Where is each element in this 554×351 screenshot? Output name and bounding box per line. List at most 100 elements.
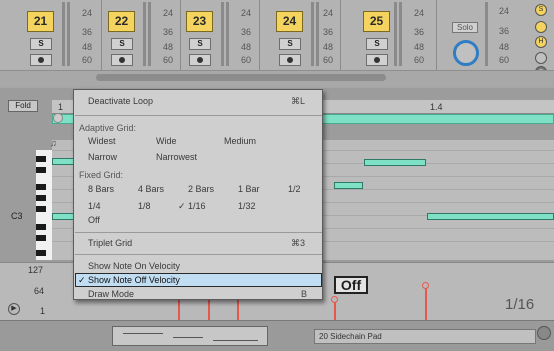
device-name-field[interactable]: 20 Sidechain Pad bbox=[314, 329, 536, 344]
headphones-icon[interactable]: ♫ bbox=[50, 138, 62, 148]
solo-button[interactable]: S bbox=[189, 38, 211, 50]
overview-line bbox=[123, 333, 163, 334]
menu-separator bbox=[75, 115, 322, 116]
midi-note[interactable] bbox=[52, 158, 74, 165]
master-meter bbox=[485, 2, 488, 66]
velocity-marker[interactable] bbox=[237, 300, 239, 320]
db-label: 60 bbox=[322, 55, 333, 65]
db-label: 48 bbox=[81, 42, 92, 52]
menu-item-8-bars[interactable]: 8 Bars bbox=[88, 184, 114, 194]
s-toggle-button[interactable]: S bbox=[535, 4, 547, 16]
velocity-marker[interactable] bbox=[334, 300, 336, 320]
velocity-marker-head[interactable] bbox=[422, 282, 429, 289]
velocity-marker[interactable] bbox=[425, 286, 427, 320]
status-icon[interactable] bbox=[537, 326, 551, 340]
menu-item-1-32[interactable]: 1/32 bbox=[238, 201, 256, 211]
menu-item-show-note-on-velocity[interactable]: Show Note On Velocity bbox=[88, 261, 180, 271]
black-key[interactable] bbox=[36, 156, 46, 162]
arm-button[interactable] bbox=[30, 54, 52, 66]
menu-item-triplet-grid[interactable]: Triplet Grid bbox=[88, 238, 132, 248]
db-label: 24 bbox=[413, 8, 424, 18]
cue-volume-knob[interactable] bbox=[453, 40, 479, 66]
shortcut-label: ⌘L bbox=[291, 96, 306, 106]
arm-button[interactable] bbox=[111, 54, 133, 66]
record-dot-icon bbox=[287, 57, 293, 63]
track-number-button[interactable]: 22 bbox=[108, 11, 135, 32]
midi-note[interactable] bbox=[427, 213, 554, 220]
black-key[interactable] bbox=[36, 195, 46, 201]
menu-separator bbox=[75, 232, 322, 233]
midi-note[interactable] bbox=[52, 213, 74, 220]
track-number-button[interactable]: 25 bbox=[363, 11, 390, 32]
record-dot-icon bbox=[197, 57, 203, 63]
level-meter bbox=[221, 2, 224, 66]
menu-item-widest[interactable]: Widest bbox=[88, 136, 116, 146]
solo-button[interactable]: S bbox=[111, 38, 133, 50]
strip-divider bbox=[101, 0, 102, 70]
menu-item-wide[interactable]: Wide bbox=[156, 136, 177, 146]
velocity-marker[interactable] bbox=[178, 300, 180, 320]
io-toggle-button[interactable] bbox=[535, 52, 547, 64]
db-label: 60 bbox=[162, 55, 173, 65]
arm-button[interactable] bbox=[189, 54, 211, 66]
note-off-velocity-readout: Off bbox=[334, 276, 368, 294]
record-toggle-button[interactable] bbox=[535, 21, 547, 33]
black-key[interactable] bbox=[36, 206, 46, 212]
menu-item-deactivate-loop[interactable]: Deactivate Loop bbox=[88, 96, 153, 106]
menu-separator bbox=[75, 254, 322, 255]
strip-divider bbox=[436, 0, 437, 70]
db-label: 60 bbox=[81, 55, 92, 65]
velocity-marker-head[interactable] bbox=[331, 296, 338, 303]
strip-divider bbox=[259, 0, 260, 70]
solo-button[interactable]: S bbox=[366, 38, 388, 50]
ruler-label-start: 1 bbox=[58, 102, 64, 112]
track-number-button[interactable]: 24 bbox=[276, 11, 303, 32]
arm-button[interactable] bbox=[366, 54, 388, 66]
menu-item-2-bars[interactable]: 2 Bars bbox=[188, 184, 214, 194]
solo-button[interactable]: S bbox=[279, 38, 301, 50]
black-key[interactable] bbox=[36, 235, 46, 241]
menu-item-draw-mode[interactable]: Draw Mode bbox=[88, 289, 134, 299]
track-number-button[interactable]: 21 bbox=[27, 11, 54, 32]
track-number-button[interactable]: 23 bbox=[186, 11, 213, 32]
track-strip-21: 21 S 24 36 48 60 bbox=[22, 0, 100, 70]
db-label: 48 bbox=[162, 42, 173, 52]
play-icon[interactable]: ▶ bbox=[8, 303, 20, 315]
menu-item-4-bars[interactable]: 4 Bars bbox=[138, 184, 164, 194]
menu-item-medium[interactable]: Medium bbox=[224, 136, 256, 146]
black-key[interactable] bbox=[36, 167, 46, 173]
level-meter bbox=[226, 2, 229, 66]
menu-item-1-2[interactable]: 1/2 bbox=[288, 184, 301, 194]
arm-button[interactable] bbox=[279, 54, 301, 66]
scrollbar-thumb[interactable] bbox=[96, 74, 386, 81]
track-strip-24: 24 S 24 36 48 60 bbox=[271, 0, 349, 70]
midi-note[interactable] bbox=[364, 159, 426, 166]
menu-item-1-4[interactable]: 1/4 bbox=[88, 201, 101, 211]
solo-button[interactable]: S bbox=[30, 38, 52, 50]
db-label: 36 bbox=[240, 27, 251, 37]
master-solo-button[interactable]: Solo bbox=[452, 22, 478, 33]
db-label: 60 bbox=[413, 55, 424, 65]
menu-item-show-note-off-velocity[interactable]: ✓ Show Note Off Velocity bbox=[78, 275, 180, 286]
clip-overview[interactable] bbox=[112, 326, 268, 346]
midi-note[interactable] bbox=[334, 182, 363, 189]
fold-button[interactable]: Fold bbox=[8, 100, 38, 112]
velocity-scale-min: 1 bbox=[40, 306, 46, 316]
menu-item-grid-off[interactable]: Off bbox=[88, 215, 100, 225]
piano-keyboard[interactable] bbox=[36, 150, 52, 260]
menu-item-1-bar[interactable]: 1 Bar bbox=[238, 184, 260, 194]
zoom-icon[interactable] bbox=[53, 113, 63, 123]
menu-item-1-16[interactable]: ✓ 1/16 bbox=[178, 201, 206, 212]
overview-line bbox=[173, 337, 203, 338]
black-key[interactable] bbox=[36, 224, 46, 230]
black-key[interactable] bbox=[36, 184, 46, 190]
menu-item-narrow[interactable]: Narrow bbox=[88, 152, 117, 162]
black-key[interactable] bbox=[36, 250, 46, 256]
level-meter bbox=[394, 2, 397, 66]
menu-item-narrowest[interactable]: Narrowest bbox=[156, 152, 197, 162]
h-toggle-button[interactable]: H bbox=[535, 36, 547, 48]
record-dot-icon bbox=[374, 57, 380, 63]
key-label-c3: C3 bbox=[11, 211, 23, 221]
velocity-marker[interactable] bbox=[208, 300, 210, 320]
menu-item-1-8[interactable]: 1/8 bbox=[138, 201, 151, 211]
